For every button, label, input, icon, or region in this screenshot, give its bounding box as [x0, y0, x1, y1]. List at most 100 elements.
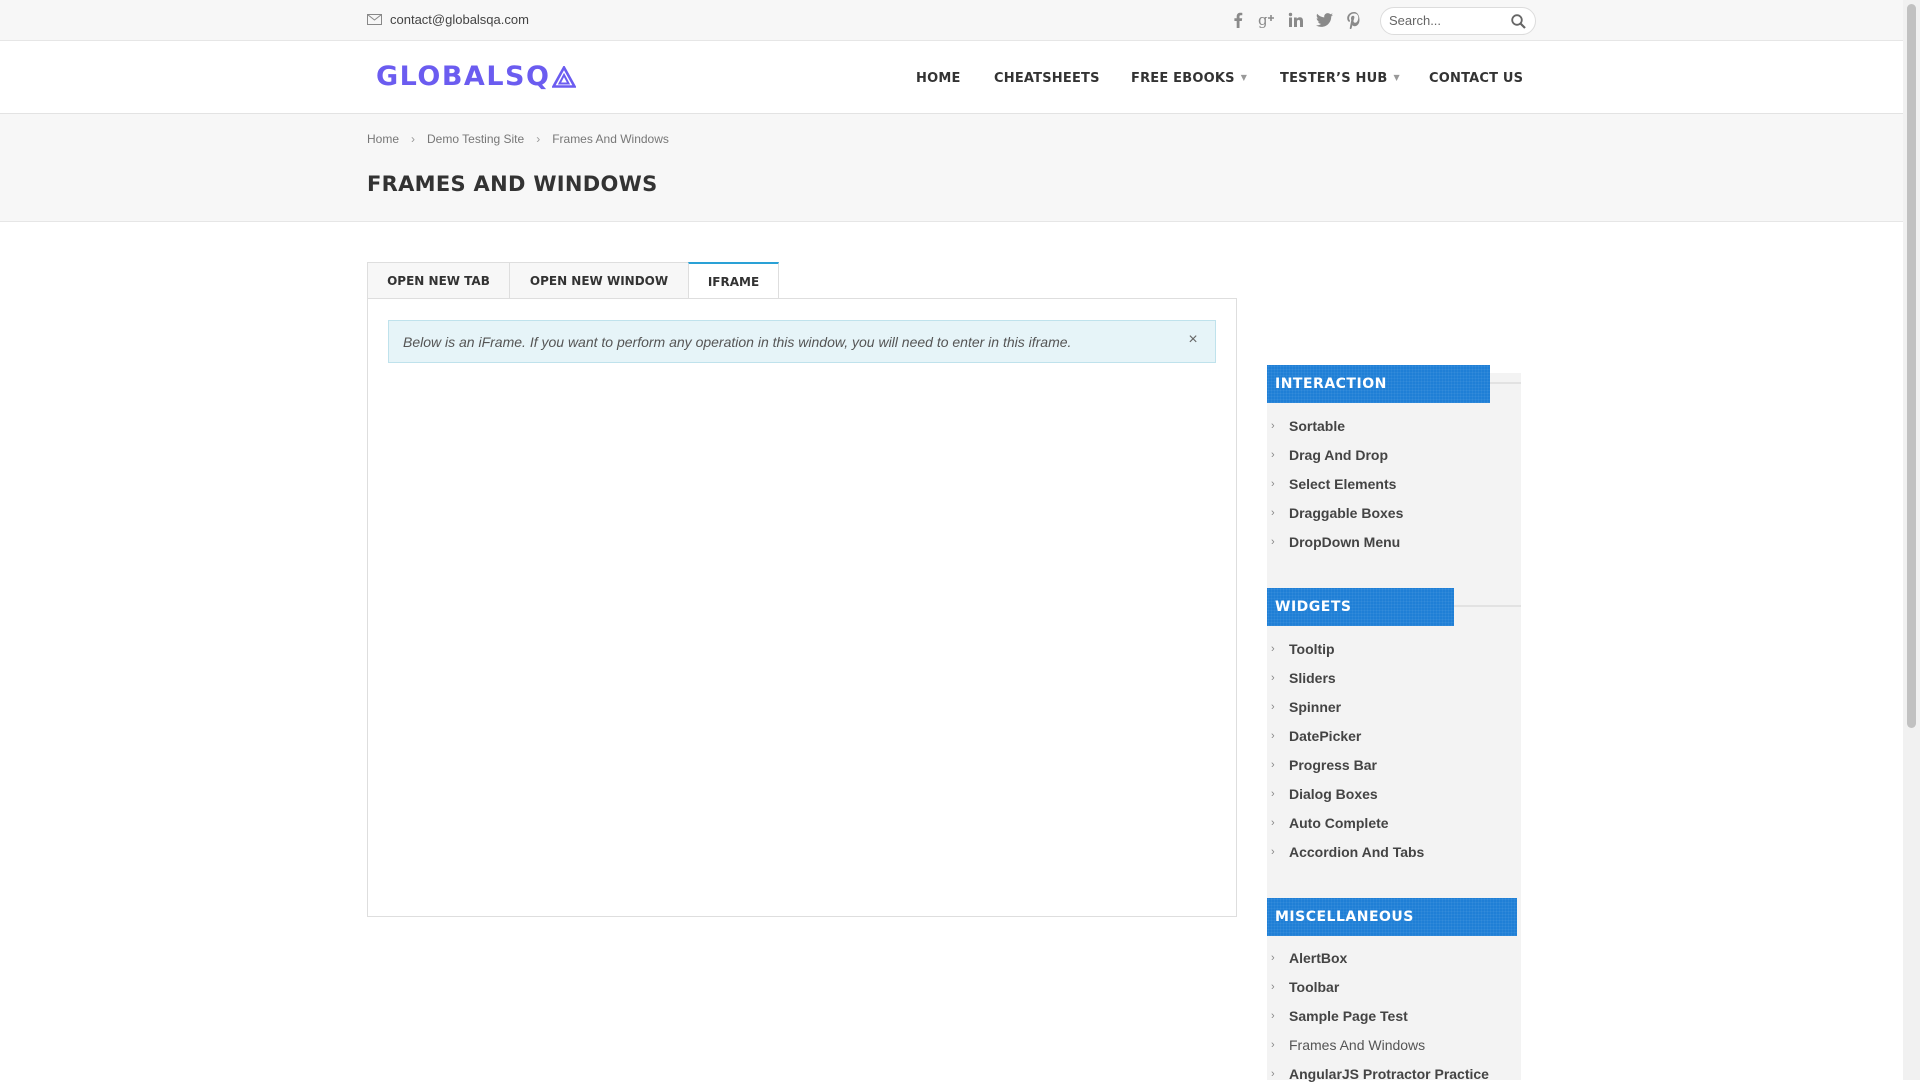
- sidebar-item-label: Toolbar: [1289, 978, 1340, 995]
- chevron-right-icon: ›: [1271, 758, 1275, 771]
- pinterest-icon[interactable]: [1344, 10, 1363, 30]
- nav-testers-hub-label: TESTER’S HUB: [1280, 71, 1388, 86]
- chevron-right-icon: ›: [1271, 671, 1275, 684]
- contact-email-text: contact@globalsqa.com: [390, 12, 529, 27]
- sidebar-item-sample-page-test[interactable]: › Sample Page Test: [1267, 1001, 1521, 1030]
- sidebar-item-label: DatePicker: [1289, 727, 1362, 744]
- chevron-right-icon: ›: [1271, 419, 1275, 432]
- sidebar: INTERACTION › Sortable › Drag And Drop › Se…: [1267, 365, 1521, 1082]
- breadcrumb: Home › Demo Testing Site › Frames And Wi…: [367, 132, 669, 146]
- chevron-right-icon: ›: [1271, 787, 1275, 800]
- nav-home[interactable]: HOME: [916, 71, 961, 86]
- chevron-right-icon: ›: [1271, 535, 1275, 548]
- top-bar: contact@globalsqa.com g: [0, 0, 1903, 41]
- sidebar-item-label: Sortable: [1289, 417, 1346, 434]
- sidebar-item-spinner[interactable]: › Spinner: [1267, 692, 1521, 721]
- tab-open-new-window[interactable]: OPEN NEW WINDOW: [509, 262, 688, 300]
- widget-title-interaction: INTERACTION: [1267, 365, 1490, 403]
- sidebar-item-label: Tooltip: [1289, 640, 1335, 657]
- sidebar-item-dialog-boxes[interactable]: › Dialog Boxes: [1267, 779, 1521, 808]
- sidebar-item-sliders[interactable]: › Sliders: [1267, 663, 1521, 692]
- chevron-right-icon: ›: [1271, 816, 1275, 829]
- sidebar-item-select-elements[interactable]: › Select Elements: [1267, 469, 1521, 498]
- sidebar-item-label: Draggable Boxes: [1289, 504, 1404, 521]
- scrollbar-thumb[interactable]: [1907, 4, 1916, 728]
- nav-contact-us-label: CONTACT US: [1429, 71, 1524, 86]
- sidebar-item-sortable[interactable]: › Sortable: [1267, 411, 1521, 440]
- page-title-band: Home › Demo Testing Site › Frames And Wi…: [0, 114, 1903, 222]
- chevron-right-icon: ›: [1271, 951, 1275, 964]
- logo-triangle-icon: [552, 65, 577, 88]
- chevron-down-icon: ▼: [1240, 73, 1248, 82]
- site-header: GLOBALSQ HOME CHEATSHEETS FREE EBOOKS ▼ T…: [0, 41, 1903, 114]
- sidebar-item-angularjs-protractor-practice[interactable]: › AngularJS Protractor Practice: [1267, 1059, 1521, 1088]
- breadcrumb-separator-icon: ›: [411, 132, 416, 146]
- sidebar-item-label: Dialog Boxes: [1289, 785, 1378, 802]
- page-title: FRAMES AND WINDOWS: [367, 172, 658, 196]
- tab-open-new-tab[interactable]: OPEN NEW TAB: [367, 262, 509, 300]
- breadcrumb-demo-testing-site[interactable]: Demo Testing Site: [427, 132, 524, 146]
- tab-bar: OPEN NEW TAB OPEN NEW WINDOW IFRAME: [367, 262, 779, 301]
- sidebar-item-label: Progress Bar: [1289, 756, 1377, 773]
- chevron-right-icon: ›: [1271, 506, 1275, 519]
- info-alert-text: Below is an iFrame. If you want to perfo…: [403, 333, 1072, 350]
- nav-testers-hub[interactable]: TESTER’S HUB ▼: [1280, 71, 1400, 86]
- tab-iframe[interactable]: IFRAME: [688, 262, 779, 301]
- sidebar-item-progress-bar[interactable]: › Progress Bar: [1267, 750, 1521, 779]
- nav-home-label: HOME: [916, 71, 961, 86]
- sidebar-item-label: AngularJS Protractor Practice: [1289, 1065, 1489, 1082]
- nav-free-ebooks-label: FREE EBOOKS: [1131, 71, 1235, 86]
- widget-title-widgets: WIDGETS: [1267, 588, 1454, 626]
- sidebar-item-label: Accordion And Tabs: [1289, 843, 1425, 860]
- miscellaneous-list: › AlertBox › Toolbar › Sample Page Test › Fr…: [1267, 943, 1521, 1088]
- sidebar-item-toolbar[interactable]: › Toolbar: [1267, 972, 1521, 1001]
- nav-free-ebooks[interactable]: FREE EBOOKS ▼: [1131, 71, 1247, 86]
- chevron-right-icon: ›: [1271, 1067, 1275, 1080]
- sidebar-item-accordion-and-tabs[interactable]: › Accordion And Tabs: [1267, 837, 1521, 866]
- sidebar-item-draggable-boxes[interactable]: › Draggable Boxes: [1267, 498, 1521, 527]
- sidebar-item-auto-complete[interactable]: › Auto Complete: [1267, 808, 1521, 837]
- site-logo[interactable]: GLOBALSQ: [376, 61, 577, 92]
- sidebar-item-label: Sample Page Test: [1289, 1007, 1408, 1024]
- sidebar-item-dropdown-menu[interactable]: › DropDown Menu: [1267, 527, 1521, 556]
- sidebar-item-label: Select Elements: [1289, 475, 1397, 492]
- linkedin-icon[interactable]: [1286, 10, 1305, 30]
- sidebar-item-alertbox[interactable]: › AlertBox: [1267, 943, 1521, 972]
- nav-contact-us[interactable]: CONTACT US: [1429, 71, 1523, 86]
- interaction-list: › Sortable › Drag And Drop › Select Element…: [1267, 411, 1521, 556]
- logo-text: GLOBALSQ: [376, 61, 551, 92]
- breadcrumb-home[interactable]: Home: [367, 132, 399, 146]
- sidebar-item-drag-and-drop[interactable]: › Drag And Drop: [1267, 440, 1521, 469]
- chevron-right-icon: ›: [1271, 642, 1275, 655]
- sidebar-item-frames-and-windows[interactable]: › Frames And Windows: [1267, 1030, 1521, 1059]
- search-button[interactable]: [1509, 12, 1527, 30]
- chevron-right-icon: ›: [1271, 1009, 1275, 1022]
- sidebar-item-label: Sliders: [1289, 669, 1336, 686]
- sidebar-item-label: Drag And Drop: [1289, 446, 1389, 463]
- sidebar-item-datepicker[interactable]: › DatePicker: [1267, 721, 1521, 750]
- social-links: g: [1228, 10, 1363, 30]
- contact-email[interactable]: contact@globalsqa.com: [367, 12, 529, 27]
- chevron-right-icon: ›: [1271, 980, 1275, 993]
- chevron-right-icon: ›: [1271, 700, 1275, 713]
- sidebar-item-label: Frames And Windows: [1289, 1036, 1426, 1053]
- chevron-right-icon: ›: [1271, 448, 1275, 461]
- close-icon[interactable]: ×: [1185, 331, 1201, 349]
- facebook-icon[interactable]: [1228, 10, 1247, 30]
- search-box: [1380, 7, 1536, 35]
- search-input[interactable]: [1389, 12, 1507, 29]
- svg-text:g: g: [1258, 12, 1268, 28]
- sidebar-item-tooltip[interactable]: › Tooltip: [1267, 634, 1521, 663]
- twitter-icon[interactable]: [1315, 10, 1334, 30]
- sidebar-item-label: AlertBox: [1289, 949, 1348, 966]
- mail-icon: [367, 14, 382, 25]
- breadcrumb-separator-icon: ›: [536, 132, 541, 146]
- chevron-right-icon: ›: [1271, 1038, 1275, 1051]
- sidebar-item-label: DropDown Menu: [1289, 533, 1401, 550]
- info-alert: Below is an iFrame. If you want to perfo…: [388, 320, 1216, 363]
- nav-cheatsheets-label: CHEATSHEETS: [994, 71, 1100, 86]
- nav-cheatsheets[interactable]: CHEATSHEETS: [994, 71, 1100, 86]
- chevron-right-icon: ›: [1271, 729, 1275, 742]
- google-plus-icon[interactable]: g: [1257, 10, 1276, 30]
- breadcrumb-current: Frames And Windows: [552, 132, 669, 146]
